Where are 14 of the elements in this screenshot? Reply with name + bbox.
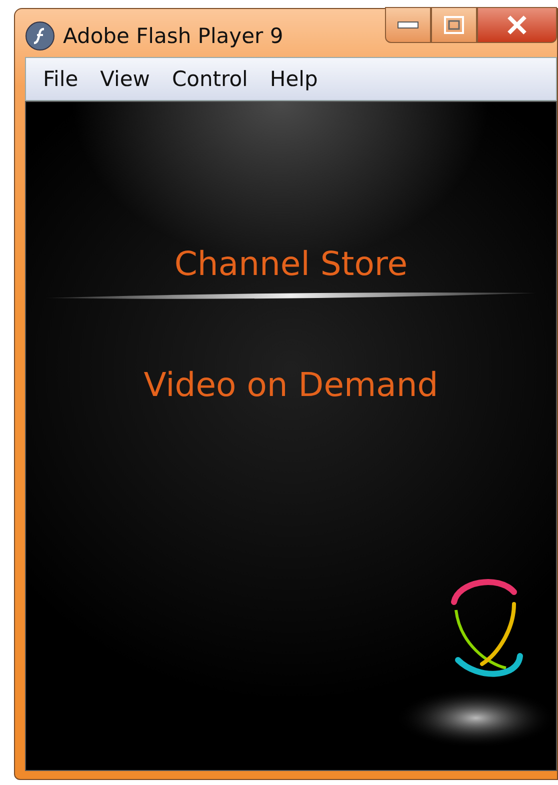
- minimize-button[interactable]: [385, 7, 431, 43]
- menu-item[interactable]: View: [89, 67, 161, 91]
- menu-item[interactable]: Help: [258, 67, 329, 91]
- menu-link[interactable]: Video on Demand: [144, 365, 438, 404]
- flash-logo-icon: [25, 21, 55, 51]
- menu-item[interactable]: File: [32, 67, 90, 91]
- maximize-button[interactable]: [431, 7, 477, 43]
- close-button[interactable]: [477, 7, 557, 43]
- maximize-icon: [444, 16, 464, 34]
- close-icon: [506, 15, 528, 35]
- minimize-icon: [397, 21, 419, 29]
- window-title: Adobe Flash Player 9: [63, 24, 284, 48]
- menu-item[interactable]: Control: [160, 67, 259, 91]
- menu-link[interactable]: Channel Store: [174, 244, 408, 283]
